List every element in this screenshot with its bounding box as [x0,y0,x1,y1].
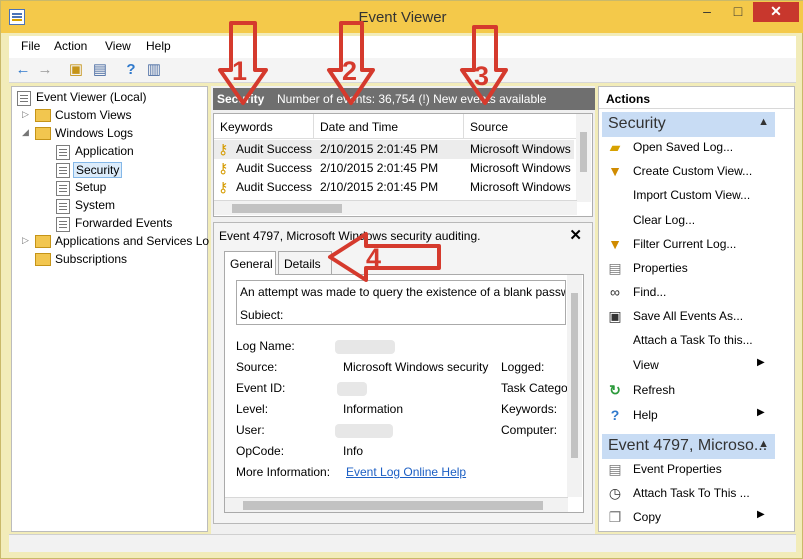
annotation-number-3: 3 [474,61,490,91]
annotation-arrows [218,21,508,282]
annotation-number-1: 1 [232,56,248,86]
annotation-arrow-4 [328,232,441,282]
annotation-number-4: 4 [366,243,382,273]
annotation-number-2: 2 [342,56,358,86]
